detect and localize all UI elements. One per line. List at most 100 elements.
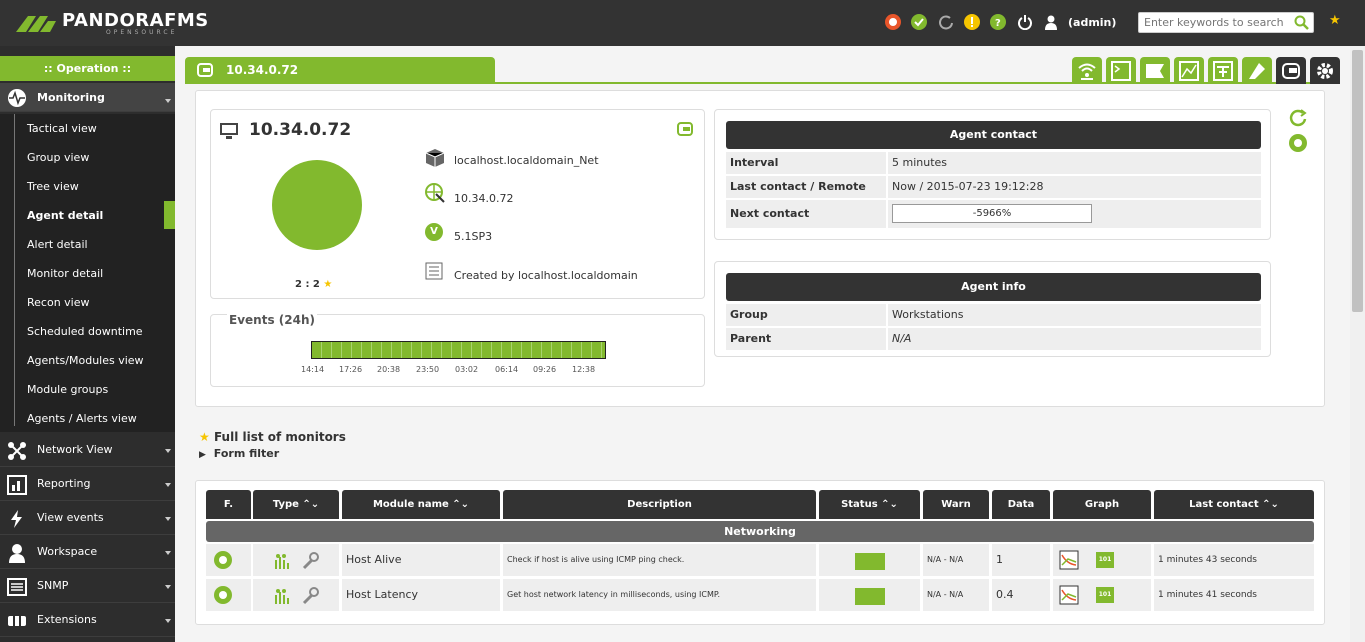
col-data[interactable]: Data	[992, 490, 1050, 519]
sort-arrows-icon[interactable]: ⌃⌄	[302, 499, 319, 510]
data-table-icon[interactable]: 101	[1096, 552, 1114, 568]
user-label[interactable]: (admin)	[1068, 16, 1116, 29]
menu-workspace[interactable]: Workspace	[0, 535, 175, 569]
menu-view-events[interactable]: View events	[0, 501, 175, 535]
menu-snmp[interactable]: SNMP	[0, 569, 175, 603]
agent-version: 5.1SP3	[454, 230, 493, 243]
status-ok-icon[interactable]	[214, 586, 232, 604]
tab-graphs[interactable]	[1174, 57, 1204, 84]
menu-network-view[interactable]: Network View	[0, 433, 175, 467]
check-icon[interactable]	[911, 14, 927, 30]
events-tick: 06:14	[495, 365, 519, 374]
data-table-icon[interactable]: 101	[1096, 587, 1114, 603]
user-icon[interactable]	[1043, 14, 1059, 30]
events-graph-bar[interactable]	[311, 341, 606, 359]
contact-key: Next contact	[726, 200, 886, 228]
chevron-down-icon	[165, 449, 171, 453]
refresh-icon[interactable]	[938, 14, 954, 30]
agent-info-table: Group Workstations Parent N/A	[726, 304, 1261, 352]
tab-collections[interactable]	[1242, 57, 1272, 84]
sort-arrows-icon[interactable]: ⌃⌄	[881, 499, 898, 510]
col-graph[interactable]: Graph	[1053, 490, 1151, 519]
operation-section-title: :: Operation ::	[0, 56, 175, 81]
col-module-name[interactable]: Module name ⌃⌄	[342, 490, 500, 519]
graph-icon[interactable]	[1059, 585, 1079, 611]
submenu-module-groups[interactable]: Module groups	[27, 383, 108, 396]
os-box-icon	[425, 148, 445, 171]
snmp-icon	[7, 577, 27, 600]
menu-monitoring[interactable]: Monitoring	[0, 83, 175, 112]
scrollbar-thumb[interactable]	[1352, 50, 1363, 312]
agent-box: 10.34.0.72 2 : 2 ★ localhost.localdomain…	[210, 109, 705, 299]
status-ok-icon[interactable]	[214, 551, 232, 569]
sort-arrows-icon[interactable]: ⌃⌄	[1262, 499, 1279, 510]
contact-value: Now / 2015-07-23 19:12:28	[888, 176, 1261, 198]
col-last-contact[interactable]: Last contact ⌃⌄	[1154, 490, 1314, 519]
agent-contact-table: Interval 5 minutes Last contact / Remote…	[726, 152, 1261, 237]
search-icon[interactable]	[1294, 15, 1310, 34]
submenu-agent-detail[interactable]: Agent detail	[27, 209, 103, 222]
contact-key: Last contact / Remote	[726, 176, 886, 198]
cell-module-name[interactable]: Host Latency	[342, 579, 500, 611]
page-scrollbar[interactable]	[1350, 46, 1365, 642]
cell-data: 0.4	[992, 579, 1050, 611]
tab-inventory[interactable]	[1208, 57, 1238, 84]
warning-icon[interactable]	[964, 14, 980, 30]
submenu-agents-modules-view[interactable]: Agents/Modules view	[27, 354, 144, 367]
submenu-monitor-detail[interactable]: Monitor detail	[27, 267, 103, 280]
col-description[interactable]: Description	[503, 490, 816, 519]
agent-contact-box: Agent contact Interval 5 minutes Last co…	[714, 109, 1271, 240]
svg-text:?: ?	[995, 18, 1001, 29]
form-filter-toggle[interactable]: ▶ Form filter	[199, 447, 279, 460]
module-count-label: 2 : 2 ★	[295, 279, 332, 290]
graph-icon[interactable]	[1059, 550, 1079, 576]
tab-remote-console[interactable]	[1106, 57, 1136, 84]
logo-icon	[16, 16, 56, 32]
search-input[interactable]	[1139, 13, 1289, 32]
cell-last-contact: 1 minutes 43 seconds	[1154, 544, 1314, 576]
col-status[interactable]: Status ⌃⌄	[819, 490, 920, 519]
events-tick: 12:38	[572, 365, 596, 374]
submenu-tactical-view[interactable]: Tactical view	[27, 122, 97, 135]
col-type[interactable]: Type ⌃⌄	[253, 490, 339, 519]
cell-status	[819, 579, 920, 611]
lifebuoy-icon[interactable]	[885, 14, 901, 30]
monitoring-icon	[7, 88, 27, 111]
top-bar: PANDORAFMS OPENSOURCE ? (admin) ★	[0, 0, 1365, 46]
cell-last-contact: 1 minutes 41 seconds	[1154, 579, 1314, 611]
tab-agent-main[interactable]	[1276, 57, 1306, 84]
menu-reporting[interactable]: Reporting	[0, 467, 175, 501]
tab-setup[interactable]	[1310, 57, 1340, 84]
sort-arrows-icon[interactable]: ⌃⌄	[452, 499, 469, 510]
col-f[interactable]: F.	[206, 490, 251, 519]
wrench-icon[interactable]	[301, 586, 319, 611]
tab-alerts[interactable]	[1140, 57, 1170, 84]
cell-flag	[206, 579, 251, 611]
power-icon[interactable]	[1017, 14, 1033, 31]
wrench-icon[interactable]	[301, 551, 319, 576]
submenu-recon-view[interactable]: Recon view	[27, 296, 90, 309]
events-tick: 17:26	[339, 365, 363, 374]
wifi-icon	[1078, 63, 1096, 80]
console-icon	[1111, 61, 1131, 81]
submenu-scheduled-downtime[interactable]: Scheduled downtime	[27, 325, 143, 338]
favorite-star-icon[interactable]: ★	[1329, 13, 1341, 28]
agent-tab[interactable]: 10.34.0.72	[185, 57, 495, 83]
chevron-down-icon	[165, 483, 171, 487]
col-warn[interactable]: Warn	[923, 490, 989, 519]
star-icon: ★	[323, 279, 333, 290]
refresh-icon[interactable]	[1288, 108, 1308, 131]
next-contact-progress: -5966%	[892, 204, 1092, 223]
menu-extensions[interactable]: Extensions	[0, 603, 175, 637]
cell-warn: N/A - N/A	[923, 544, 989, 576]
info-row: Group Workstations	[726, 304, 1261, 326]
submenu-tree-view[interactable]: Tree view	[27, 180, 79, 193]
pandora-logo[interactable]: PANDORAFMS OPENSOURCE	[14, 10, 208, 36]
help-icon[interactable]: ?	[990, 14, 1006, 30]
menu-reporting-label: Reporting	[37, 477, 91, 490]
submenu-group-view[interactable]: Group view	[27, 151, 89, 164]
submenu-alert-detail[interactable]: Alert detail	[27, 238, 88, 251]
tab-wifi[interactable]	[1072, 57, 1102, 84]
cell-module-name[interactable]: Host Alive	[342, 544, 500, 576]
submenu-agents-alerts-view[interactable]: Agents / Alerts view	[27, 412, 137, 425]
